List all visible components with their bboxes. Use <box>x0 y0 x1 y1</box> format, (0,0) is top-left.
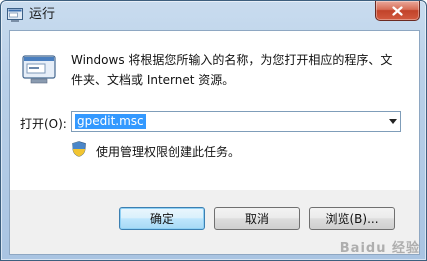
close-icon <box>392 5 403 16</box>
uac-shield-icon <box>72 141 86 157</box>
cancel-button[interactable]: 取消 <box>214 207 300 230</box>
description-text: Windows 将根据您所输入的名称，为您打开相应的程序、文件夹、文档或 Int… <box>71 53 393 87</box>
open-label: 打开(O): <box>20 117 67 131</box>
dropdown-arrow-icon[interactable] <box>389 119 397 124</box>
admin-note: 使用管理权限创建此任务。 <box>96 145 241 159</box>
close-button[interactable] <box>375 1 420 21</box>
run-app-icon <box>7 8 23 22</box>
dialog-content: Windows 将根据您所输入的名称，为您打开相应的程序、文件夹、文档或 Int… <box>10 31 419 190</box>
ok-button[interactable]: 确定 <box>119 207 205 230</box>
browse-button[interactable]: 浏览(B)... <box>309 207 395 230</box>
window-title: 运行 <box>29 7 56 22</box>
title-bar[interactable]: 运行 <box>1 1 426 29</box>
open-combobox[interactable]: gpedit.msc <box>71 111 401 132</box>
dialog-client-area: Windows 将根据您所输入的名称，为您打开相应的程序、文件夹、文档或 Int… <box>9 30 420 255</box>
run-dialog: 运行 Windows 将根据您所输入的名称，为您打开相应的程序、文件夹、文档或 … <box>0 0 427 261</box>
open-input[interactable]: gpedit.msc <box>75 114 146 129</box>
run-dialog-icon <box>22 55 56 84</box>
